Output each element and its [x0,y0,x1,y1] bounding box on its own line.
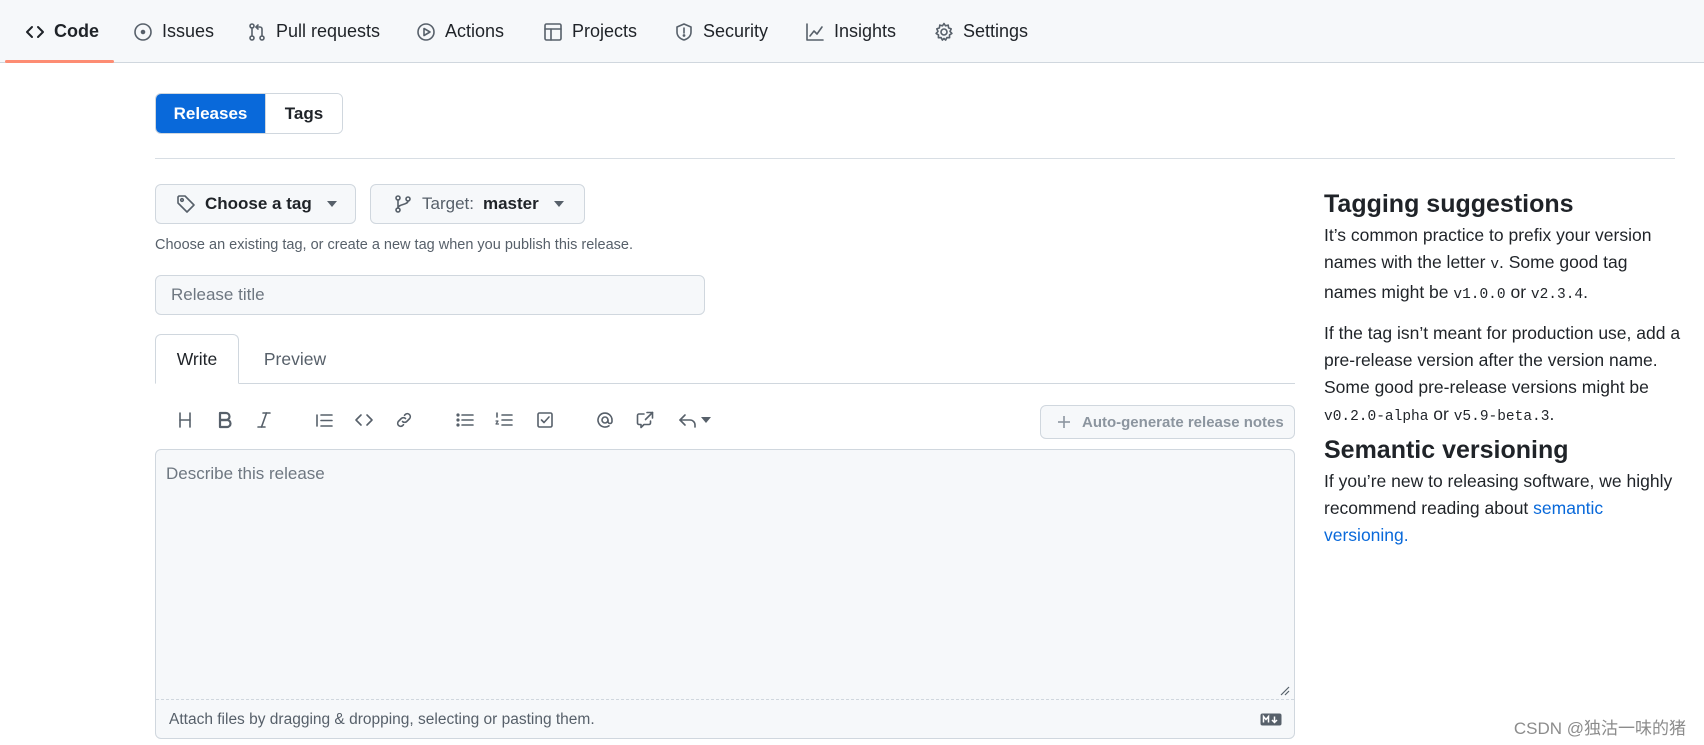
tab-actions-label: Actions [445,21,505,41]
tagging-heading: Tagging suggestions [1324,190,1574,218]
mention-button[interactable] [591,406,619,434]
task-list-button[interactable] [531,406,559,434]
italic-icon [257,412,271,428]
tab-actions[interactable]: Actions [416,0,504,63]
plus-icon [1058,416,1070,428]
tab-projects-label: Projects [572,21,638,41]
release-body-textarea[interactable] [156,450,1294,700]
gear-icon [935,22,953,41]
cross-reference-button[interactable] [631,406,659,434]
tagging-suggestions: Tagging suggestions It’s common practice… [1324,190,1684,431]
tab-code[interactable]: Code [25,0,99,63]
quote-icon [316,414,333,427]
italic-button[interactable] [250,406,278,434]
repo-nav: Code Issues Pull requests Actions Projec… [0,0,1704,63]
heading-icon [179,412,191,428]
releases-tags-toggle: Releases Tags [155,93,343,134]
play-icon [417,22,435,41]
target-value: master [482,194,539,213]
link-button[interactable] [390,406,418,434]
unordered-list-icon [456,413,474,427]
tab-projects[interactable]: Projects [543,0,637,63]
code-button[interactable] [350,406,378,434]
quote-button[interactable] [310,406,338,434]
chevron-down-icon [701,417,711,423]
release-title-input[interactable] [155,275,705,315]
tab-security[interactable]: Security [674,0,768,63]
heading-button[interactable] [171,406,199,434]
task-list-icon [537,412,553,428]
code-icon [355,414,373,426]
tab-issues-label: Issues [162,21,215,41]
tab-code-label: Code [54,21,99,41]
tab-insights[interactable]: Insights [805,0,896,63]
tags-button[interactable]: Tags [265,94,342,133]
tab-pull-requests-label: Pull requests [276,21,381,41]
tab-settings[interactable]: Settings [934,0,1028,63]
tab-preview[interactable]: Preview [250,334,340,384]
tagging-paragraph-2: If the tag isn’t meant for production us… [1324,323,1681,425]
markdown-icon[interactable] [1260,713,1282,726]
auto-generate-label: Auto-generate release notes [1082,413,1284,431]
target-label: Target: [422,194,474,213]
tab-security-label: Security [703,21,769,41]
tab-settings-label: Settings [963,21,1029,41]
watermark: CSDN @独沽一味的猪 [1513,719,1686,738]
target-branch-button[interactable]: Target: master [370,184,585,224]
reply-icon [679,414,696,428]
attach-files-hint: Attach files by dragging & dropping, sel… [169,711,595,728]
mention-icon [597,412,613,428]
graph-icon [806,22,824,41]
releases-button[interactable]: Releases [156,94,265,133]
ordered-list-icon [495,412,513,426]
tab-insights-label: Insights [834,21,897,41]
git-branch-icon [395,195,411,213]
cross-reference-icon [636,411,654,429]
code-icon [26,25,44,38]
section-divider [155,158,1675,159]
tag-icon [177,195,195,213]
choose-tag-button[interactable]: Choose a tag [155,184,356,224]
tab-issues[interactable]: Issues [133,0,214,63]
reply-button[interactable] [678,406,720,434]
release-notes-editor: Attach files by dragging & dropping, sel… [155,449,1295,739]
tag-hint-text: Choose an existing tag, or create a new … [155,237,633,253]
git-pull-request-icon [249,22,265,41]
resize-handle-icon[interactable] [1280,686,1290,696]
ordered-list-button[interactable] [490,406,518,434]
unordered-list-button[interactable] [451,406,479,434]
chevron-down-icon [553,201,564,207]
tagging-paragraph-1: It’s common practice to prefix your vers… [1324,225,1652,303]
semver-paragraph: If you’re new to releasing software, we … [1324,471,1673,545]
semantic-versioning: Semantic versioning If you’re new to rel… [1324,436,1684,549]
attach-files-bar[interactable]: Attach files by dragging & dropping, sel… [156,699,1294,738]
active-tab-underline [5,60,114,63]
chevron-down-icon [326,201,337,207]
tab-pull-requests[interactable]: Pull requests [247,0,380,63]
shield-icon [676,22,692,41]
choose-tag-label: Choose a tag [205,194,312,213]
link-icon [396,412,412,428]
bold-button[interactable] [211,406,239,434]
bold-icon [218,411,232,429]
tab-write[interactable]: Write [155,334,239,384]
table-icon [544,22,562,41]
auto-generate-notes-button[interactable]: Auto-generate release notes [1040,405,1295,439]
semver-heading: Semantic versioning [1324,436,1569,464]
issue-opened-icon [134,22,152,41]
